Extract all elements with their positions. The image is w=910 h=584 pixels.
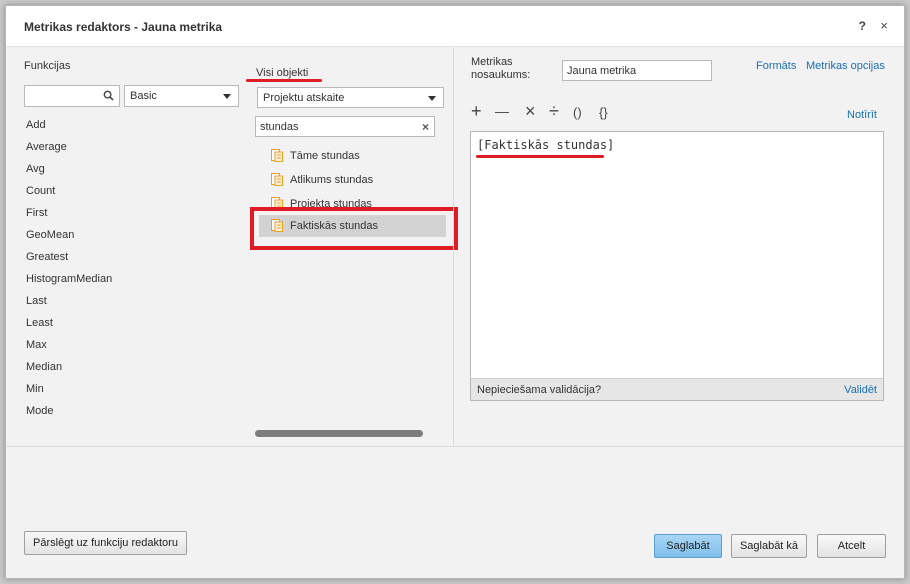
functions-label: Funkcijas <box>24 60 71 72</box>
object-item-label: Tāme stundas <box>290 150 360 162</box>
metric-editor-dialog: Metrikas redaktors - Jauna metrika ? × F… <box>5 5 905 579</box>
objects-horizontal-scrollbar[interactable] <box>255 430 423 437</box>
parentheses-operator-button[interactable]: () <box>573 104 582 122</box>
object-source-select[interactable]: Projektu atskaite <box>257 87 444 108</box>
braces-operator-button[interactable]: {} <box>599 104 608 122</box>
save-as-button[interactable]: Saglabāt kā <box>731 534 807 558</box>
function-list: Add Average Avg Count First GeoMean Grea… <box>26 119 112 427</box>
metric-name-input[interactable]: Jauna metrika <box>562 60 712 81</box>
switch-function-editor-button[interactable]: Pārslēgt uz funkciju redaktoru <box>24 531 187 555</box>
footer-divider <box>6 446 904 447</box>
save-button[interactable]: Saglabāt <box>654 534 722 558</box>
divide-operator-button[interactable]: ÷ <box>549 102 559 120</box>
clear-search-icon[interactable]: × <box>422 120 429 134</box>
object-item-projekta-stundas[interactable]: Projekta stundas <box>259 193 446 207</box>
function-item-last[interactable]: Last <box>26 295 112 317</box>
help-icon[interactable]: ? <box>859 19 866 33</box>
validation-message: Nepieciešama validācija? <box>477 384 602 396</box>
minus-operator-button[interactable]: — <box>495 102 509 120</box>
function-item-min[interactable]: Min <box>26 383 112 405</box>
function-item-geomean[interactable]: GeoMean <box>26 229 112 251</box>
plus-operator-button[interactable]: + <box>471 102 482 120</box>
object-item-label: Atlikums stundas <box>290 174 374 186</box>
object-item-atlikums-stundas[interactable]: Atlikums stundas <box>259 169 446 191</box>
dialog-title: Metrikas redaktors - Jauna metrika <box>24 20 223 34</box>
close-icon[interactable]: × <box>880 18 888 33</box>
all-objects-label: Visi objekti <box>256 67 309 79</box>
function-item-add[interactable]: Add <box>26 119 112 141</box>
function-item-median[interactable]: Median <box>26 361 112 383</box>
metric-expression[interactable]: [Faktiskās stundas] <box>477 138 614 152</box>
dialog-titlebar: Metrikas redaktors - Jauna metrika ? × <box>6 6 904 47</box>
annotation-underline <box>476 155 604 158</box>
metric-attribute-icon <box>271 149 283 162</box>
metric-attribute-icon <box>271 197 283 207</box>
function-item-count[interactable]: Count <box>26 185 112 207</box>
function-item-average[interactable]: Average <box>26 141 112 163</box>
function-item-first[interactable]: First <box>26 207 112 229</box>
function-item-mode[interactable]: Mode <box>26 405 112 427</box>
object-search-input[interactable]: stundas × <box>255 116 435 137</box>
annotation-underline <box>246 79 322 82</box>
function-item-histogrammedian[interactable]: HistogramMedian <box>26 273 112 295</box>
chevron-down-icon <box>428 96 436 101</box>
annotation-highlight-box <box>250 207 458 250</box>
metric-name-label: Metrikas nosaukums: <box>471 56 531 81</box>
multiply-operator-button[interactable]: × <box>525 102 536 120</box>
function-item-greatest[interactable]: Greatest <box>26 251 112 273</box>
metric-attribute-icon <box>271 173 283 186</box>
function-item-least[interactable]: Least <box>26 317 112 339</box>
function-category-select[interactable]: Basic <box>124 85 239 107</box>
validation-bar: Nepieciešama validācija? Validēt <box>471 378 883 400</box>
formats-link[interactable]: Formāts <box>756 60 796 72</box>
function-item-max[interactable]: Max <box>26 339 112 361</box>
function-search-input[interactable] <box>24 85 120 107</box>
validate-link[interactable]: Validēt <box>844 384 877 396</box>
object-item-label: Projekta stundas <box>290 198 372 207</box>
search-icon[interactable] <box>103 90 114 101</box>
metric-expression-editor[interactable]: [Faktiskās stundas] Nepieciešama validāc… <box>470 131 884 401</box>
clear-link[interactable]: Notīrīt <box>847 109 877 121</box>
chevron-down-icon <box>223 94 231 99</box>
cancel-button[interactable]: Atcelt <box>817 534 886 558</box>
panel-divider <box>453 47 454 447</box>
metric-options-link[interactable]: Metrikas opcijas <box>806 60 885 72</box>
object-item-tame-stundas[interactable]: Tāme stundas <box>259 145 446 167</box>
function-item-avg[interactable]: Avg <box>26 163 112 185</box>
